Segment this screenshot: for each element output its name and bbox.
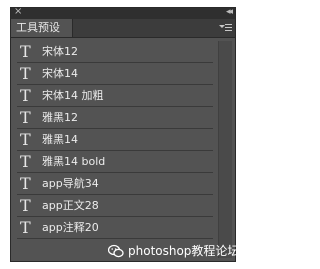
preset-label: 宋体14 加粗 — [42, 89, 104, 102]
watermark: photoshop教程论坛 — [108, 240, 243, 262]
preset-list: T 宋体12 T 宋体14 T 宋体14 加粗 T 雅黑12 T 雅黑14 T … — [17, 41, 213, 261]
type-tool-icon: T — [20, 152, 31, 171]
preset-row[interactable]: T 雅黑14 bold — [17, 151, 213, 173]
preset-row[interactable]: T 雅黑14 — [17, 129, 213, 151]
type-tool-icon: T — [20, 108, 31, 127]
preset-label: 雅黑14 bold — [42, 155, 106, 168]
preset-row[interactable]: T app注释20 — [17, 217, 213, 239]
preset-row[interactable]: T app正文28 — [17, 195, 213, 217]
vertical-scrollbar[interactable] — [218, 41, 232, 258]
tab-label: 工具预设 — [16, 21, 60, 34]
preset-row[interactable]: T app导航34 — [17, 173, 213, 195]
preset-label: 宋体14 — [42, 67, 78, 80]
preset-row[interactable]: T 宋体12 — [17, 41, 213, 63]
type-tool-icon: T — [20, 174, 31, 193]
type-tool-icon: T — [20, 196, 31, 215]
close-panel-button[interactable]: × — [14, 8, 22, 18]
type-tool-icon: T — [20, 130, 31, 149]
type-tool-icon: T — [20, 64, 31, 83]
preset-label: 雅黑12 — [42, 111, 78, 124]
watermark-text: photoshop教程论坛 — [128, 244, 240, 258]
preset-row[interactable]: T 宋体14 加粗 — [17, 85, 213, 107]
type-tool-icon: T — [20, 218, 31, 237]
preset-label: app导航34 — [42, 177, 99, 190]
wechat-icon — [108, 244, 124, 258]
preset-label: 雅黑14 — [42, 133, 78, 146]
panel-title-bar: × ◂◂ — [11, 8, 235, 19]
type-tool-icon: T — [20, 42, 31, 61]
tab-tool-presets[interactable]: 工具预设 — [11, 19, 73, 37]
type-tool-icon: T — [20, 86, 31, 105]
collapse-panel-button[interactable]: ◂◂ — [226, 8, 233, 18]
preset-label: app注释20 — [42, 221, 99, 234]
preset-row[interactable]: T 宋体14 — [17, 63, 213, 85]
panel-menu-icon[interactable] — [219, 21, 232, 34]
preset-label: 宋体12 — [42, 45, 78, 58]
preset-label: app正文28 — [42, 199, 99, 212]
tool-presets-panel: × ◂◂ 工具预设 T 宋体12 T 宋体14 T 宋体14 加粗 T 雅黑12 — [10, 7, 236, 262]
panel-tab-row: 工具预设 — [11, 19, 235, 38]
preset-row[interactable]: T 雅黑12 — [17, 107, 213, 129]
